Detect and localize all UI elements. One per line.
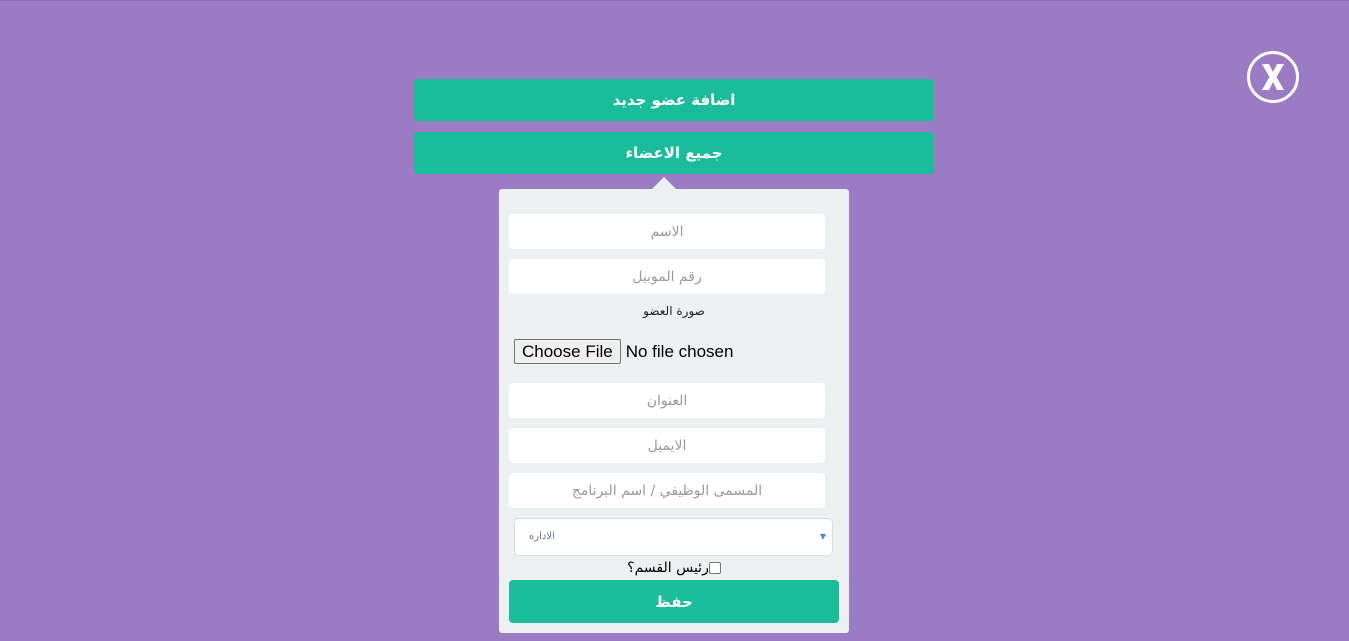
chevron-down-icon: ▼ [819, 532, 826, 541]
name-input[interactable]: الاسم [509, 214, 825, 249]
add-member-button[interactable]: اضافة عضو جديد [414, 79, 934, 121]
photo-label: صورة العضو [643, 304, 705, 318]
department-head-checkbox[interactable] [708, 562, 721, 574]
page: اضافة عضو جديد جميع الاعضاء الاسم رقم ال… [0, 0, 1349, 641]
all-members-button[interactable]: جميع الاعضاء [414, 132, 934, 174]
photo-file-input: Choose File No file chosen [514, 339, 733, 364]
department-head-row: رئيس القسم؟ [499, 560, 849, 576]
department-select-value: الاداره [529, 531, 555, 542]
address-input[interactable]: العنوان [509, 383, 825, 418]
choose-file-button[interactable]: Choose File [514, 339, 621, 364]
mobile-input[interactable]: رقم الموبيل [509, 259, 825, 294]
panel-pointer [652, 177, 676, 189]
close-icon[interactable] [1247, 51, 1299, 103]
save-button[interactable]: حفظ [509, 580, 839, 623]
job-title-input[interactable]: المسمى الوظيفي / اسم البرنامج [509, 473, 825, 508]
email-input[interactable]: الايميل [509, 428, 825, 463]
department-select[interactable]: الاداره ▼ [514, 518, 833, 556]
add-member-form: الاسم رقم الموبيل صورة العضو Choose File… [499, 189, 849, 633]
file-status-text: No file chosen [625, 341, 734, 361]
department-head-label: رئيس القسم؟ [627, 560, 709, 576]
